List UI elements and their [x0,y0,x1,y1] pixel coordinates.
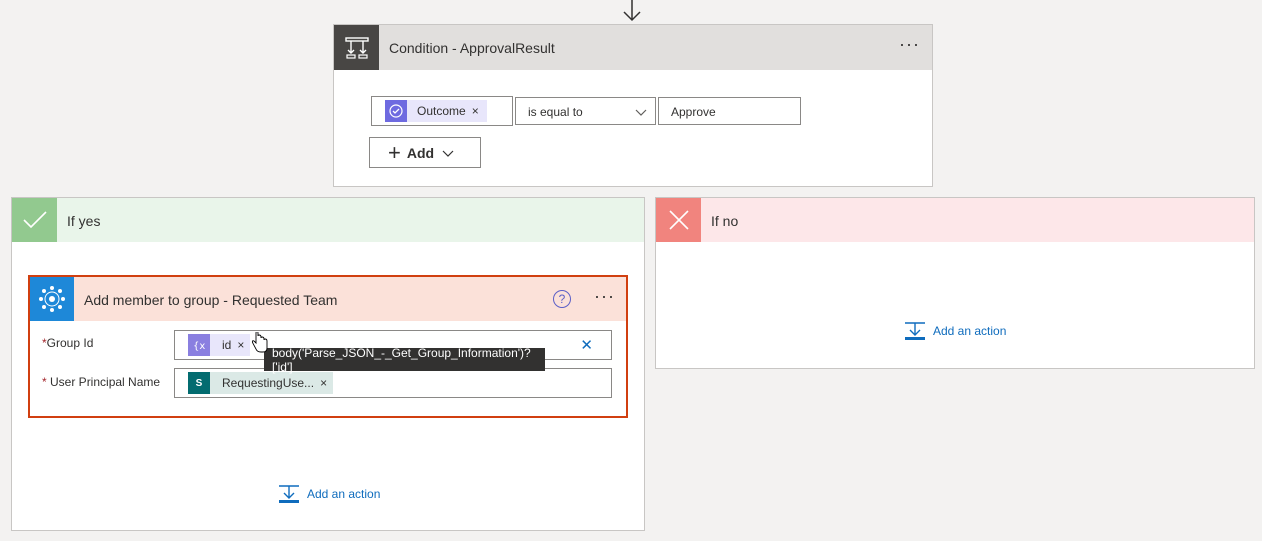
operator-select[interactable]: is equal to [515,97,656,125]
remove-token-icon[interactable]: × [320,376,327,390]
clear-field-icon[interactable]: ✕ [580,336,593,354]
id-token-label: id [222,338,232,352]
sharepoint-icon: S [188,372,210,394]
action-header[interactable]: Add member to group - Requested Team ? ·… [30,277,626,321]
requesting-user-token-label: RequestingUse... [222,376,315,390]
svg-text:{x}: {x} [193,341,206,352]
remove-token-icon[interactable]: × [472,104,479,118]
checkmark-icon [12,198,57,242]
required-marker: * [42,375,47,389]
remove-token-icon[interactable]: × [237,338,244,352]
right-operand-value: Approve [671,105,716,119]
close-icon [656,198,701,242]
outcome-token[interactable]: Outcome × [385,100,487,122]
azure-ad-icon [30,277,74,321]
if-yes-header[interactable]: If yes [12,198,644,242]
more-options-icon[interactable]: ··· [899,35,920,53]
operator-value: is equal to [528,105,583,119]
more-options-icon[interactable]: ··· [594,287,615,305]
if-yes-title: If yes [67,213,101,229]
action-title: Add member to group - Requested Team [84,292,338,308]
add-action-label: Add an action [307,487,381,501]
add-action-button-no[interactable]: Add an action [904,321,1006,341]
condition-header[interactable]: Condition - ApprovalResult ··· [334,25,932,70]
requesting-user-token[interactable]: S RequestingUse... × [188,372,334,394]
plus-icon: + [388,139,401,165]
add-action-icon [905,322,925,340]
chevron-down-icon [635,109,647,116]
id-token[interactable]: {x} id × [188,334,251,356]
outcome-token-label: Outcome [417,104,466,118]
add-condition-button[interactable]: + Add [369,137,481,168]
approvals-icon [385,100,407,122]
if-no-header[interactable]: If no [656,198,1254,242]
right-operand-field[interactable]: Approve [658,97,801,125]
hand-cursor-icon [251,332,268,353]
chevron-down-icon [442,150,454,157]
flow-arrow-icon [623,0,641,22]
condition-title: Condition - ApprovalResult [389,40,555,56]
add-button-label: Add [406,144,435,161]
variable-icon: {x} [188,334,210,356]
condition-icon [334,25,379,70]
add-action-label: Add an action [933,324,1007,338]
if-no-title: If no [711,213,739,229]
group-id-label: *Group Id [42,336,94,350]
add-action-icon [279,485,299,503]
user-principal-name-label: * User Principal Name [42,375,161,389]
add-action-button-yes[interactable]: Add an action [278,484,380,504]
expression-tooltip: body('Parse_JSON_-_Get_Group_Information… [264,346,545,374]
if-no-branch: If no Add an action [655,197,1255,369]
condition-card[interactable]: Condition - ApprovalResult ··· Outcome ×… [333,24,933,187]
left-operand-field[interactable]: Outcome × [371,96,513,126]
help-icon[interactable]: ? [553,290,571,308]
